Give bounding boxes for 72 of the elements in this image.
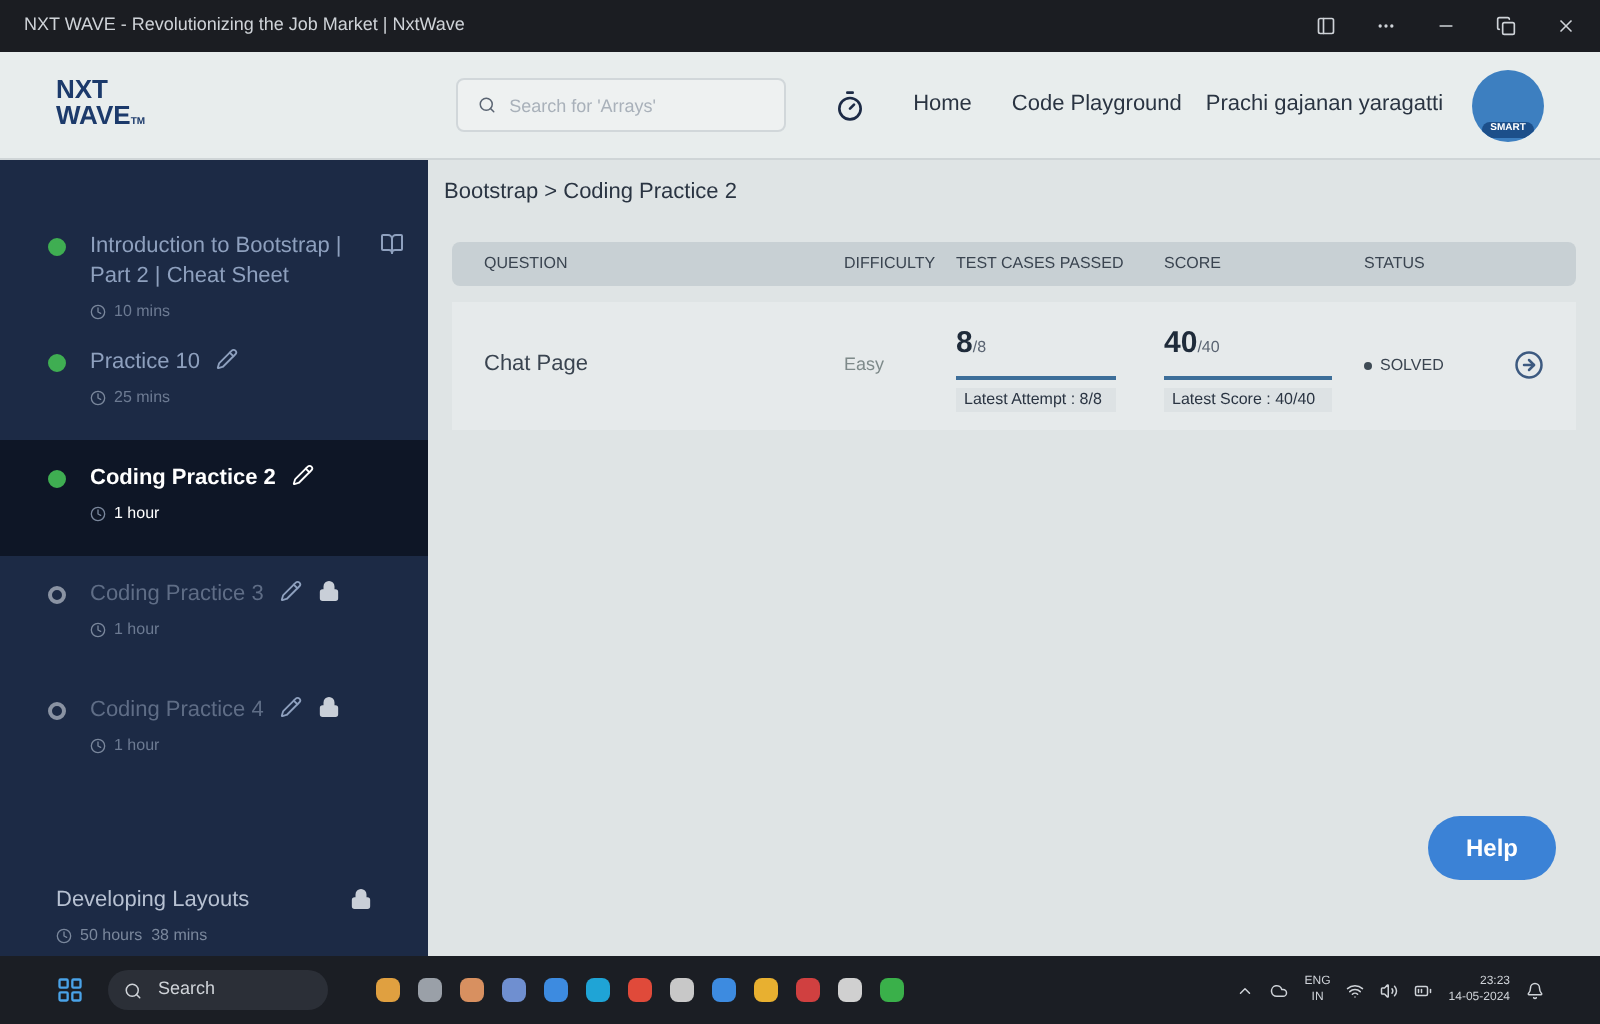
- app-icon[interactable]: [376, 978, 400, 1002]
- app-icon[interactable]: [418, 978, 442, 1002]
- app-icon[interactable]: [670, 978, 694, 1002]
- test-cases-count: 8/8: [956, 323, 989, 363]
- search-field[interactable]: Search for 'Arrays': [455, 78, 786, 132]
- sidebar-item[interactable]: Coding Practice 2 1 hour: [0, 440, 428, 556]
- latest-attempt: Latest Attempt : 8/8: [956, 387, 1116, 411]
- clock-icon: [90, 390, 106, 406]
- volume-icon[interactable]: [1380, 981, 1399, 999]
- difficulty-label: Easy: [844, 351, 887, 378]
- lesson-title: Coding Practice 3: [90, 580, 264, 610]
- lesson-title: Coding Practice 4: [90, 696, 264, 726]
- column-header: TEST CASES PASSED: [956, 251, 1126, 275]
- column-header: QUESTION: [484, 251, 570, 275]
- lesson-title: Practice 10: [90, 348, 201, 378]
- sidebar-item[interactable]: Introduction to Bootstrap | Part 2 | Cheat Sheet 10 mins: [0, 208, 428, 324]
- app-icon[interactable]: [880, 978, 904, 1002]
- clock-icon: [90, 622, 106, 638]
- column-header: SCORE: [1164, 251, 1223, 275]
- sidebar-item[interactable]: Practice 10 25 mins: [0, 324, 428, 440]
- help-button[interactable]: Help: [1428, 816, 1556, 880]
- arrow-right-icon[interactable]: [1514, 350, 1544, 380]
- pencil-icon: [291, 464, 314, 486]
- sidebar-toggle-icon[interactable]: [1316, 16, 1336, 36]
- question-title: Chat Page: [484, 350, 590, 381]
- app-icon[interactable]: [712, 978, 736, 1002]
- app-icon[interactable]: [838, 978, 862, 1002]
- app-icon[interactable]: [754, 978, 778, 1002]
- window-title: NXT WAVE - Revolutionizing the Job Market | NxtWave: [24, 12, 465, 39]
- nav-link[interactable]: Home: [913, 88, 972, 122]
- lesson-title: Coding Practice 2: [90, 464, 276, 494]
- battery-icon[interactable]: [1414, 981, 1433, 999]
- breadcrumb: Bootstrap > Coding Practice 2: [444, 178, 739, 208]
- score-count: 40/40: [1164, 323, 1222, 363]
- latest-score: Latest Score : 40/40: [1164, 387, 1332, 411]
- next-topic[interactable]: Developing Layouts 50 hours 38 mins: [0, 883, 428, 956]
- pencil-icon: [279, 696, 302, 718]
- topic-duration: 50 hours 38 mins: [80, 924, 208, 948]
- lesson-duration: 1 hour: [114, 734, 160, 758]
- app-icon[interactable]: [544, 978, 568, 1002]
- lesson-duration: 1 hour: [114, 502, 160, 526]
- topic-title: Developing Layouts: [56, 885, 250, 915]
- pencil-icon: [216, 348, 239, 370]
- lesson-duration: 25 mins: [114, 386, 171, 410]
- lesson-duration: 10 mins: [114, 300, 171, 324]
- column-header: STATUS: [1364, 251, 1427, 275]
- restore-icon[interactable]: [1496, 16, 1516, 36]
- user-name[interactable]: Prachi gajanan yaragatti: [1205, 88, 1444, 122]
- table-row[interactable]: Chat Page Easy 8/8 Latest Attempt : 8/8 40/40 Latest Score : 40/40 SOLVED: [452, 301, 1576, 429]
- clock-icon: [56, 928, 72, 944]
- search-icon: [124, 981, 142, 999]
- taskbar-search[interactable]: Search: [108, 970, 328, 1010]
- clock-icon: [90, 304, 106, 320]
- app-icon[interactable]: [586, 978, 610, 1002]
- stopwatch-icon[interactable]: [833, 89, 866, 121]
- close-icon[interactable]: [1556, 16, 1576, 36]
- wifi-icon[interactable]: [1346, 981, 1365, 999]
- bell-icon[interactable]: [1526, 981, 1544, 999]
- app-icon[interactable]: [460, 978, 484, 1002]
- clock-icon: [90, 506, 106, 522]
- lesson-duration: 1 hour: [114, 618, 160, 642]
- start-icon[interactable]: [56, 976, 84, 1004]
- status-label: SOLVED: [1380, 353, 1444, 377]
- column-header: DIFFICULTY: [844, 251, 938, 275]
- nav-link[interactable]: Code Playground: [1011, 88, 1182, 122]
- pencil-icon: [279, 580, 302, 602]
- cloud-icon[interactable]: [1270, 981, 1289, 999]
- book-icon: [380, 232, 404, 256]
- clock-icon: [90, 738, 106, 754]
- lesson-title: Introduction to Bootstrap | Part 2 | Cheat Sheet: [90, 232, 344, 292]
- search-icon: [477, 96, 496, 114]
- app-icon[interactable]: [502, 978, 526, 1002]
